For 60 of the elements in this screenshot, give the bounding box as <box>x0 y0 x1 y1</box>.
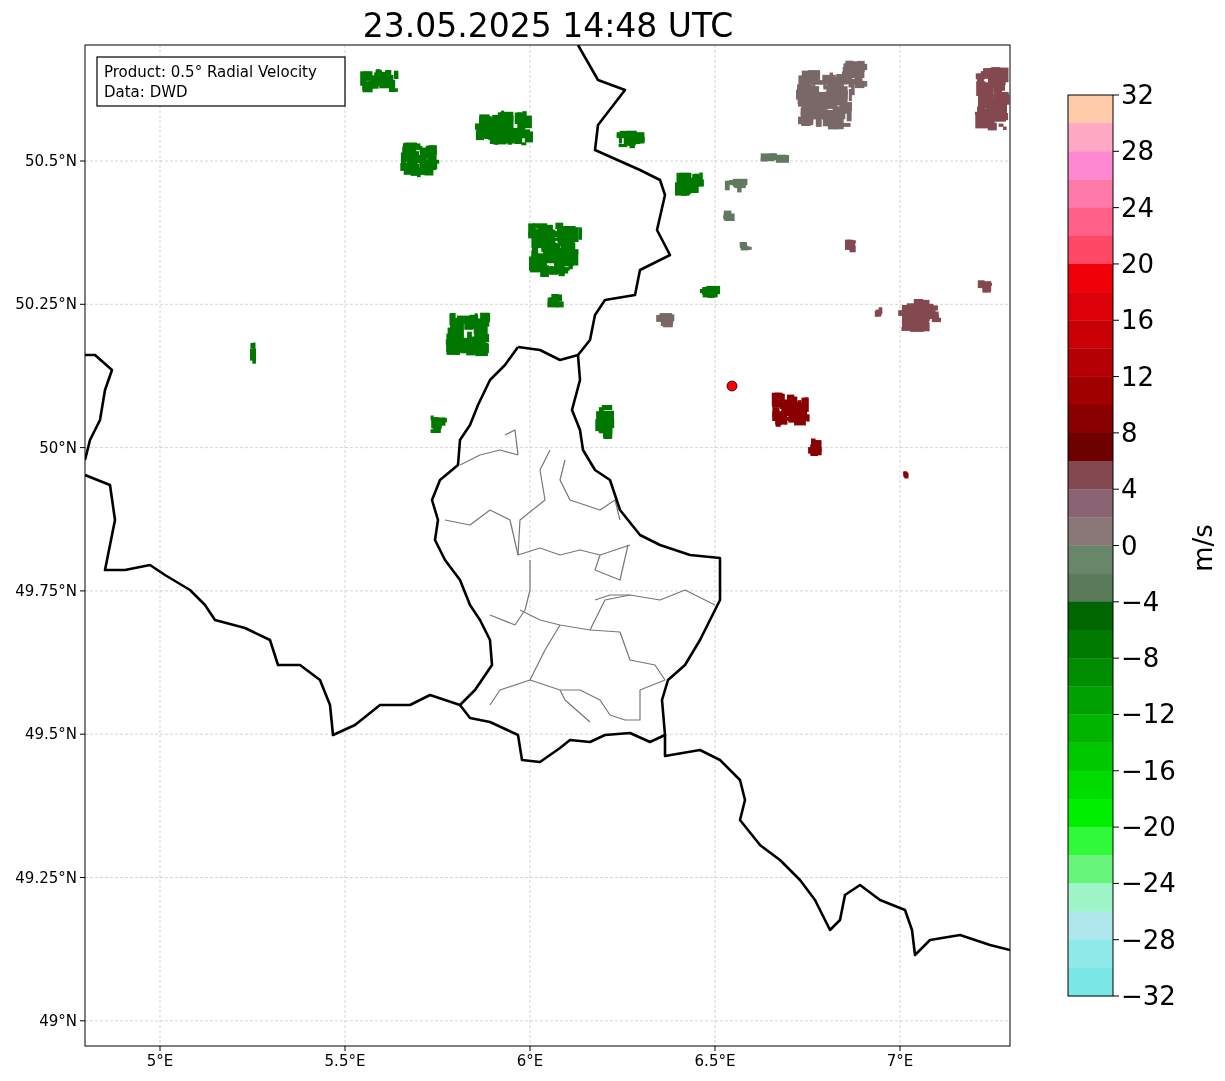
longitude-label: 5.5°E <box>324 1052 366 1070</box>
info-text: Data: DWD <box>104 83 188 101</box>
velocity-echo <box>974 67 1010 131</box>
colorbar-tick-label: 0 <box>1121 530 1138 561</box>
colorbar-tick-label: −28 <box>1121 924 1176 955</box>
colorbar-tick-label: 20 <box>1121 248 1155 279</box>
velocity-echo <box>445 312 491 357</box>
colorbar-tick-label: −4 <box>1121 586 1160 617</box>
velocity-echo <box>475 110 533 146</box>
colorbar-tick-label: 16 <box>1121 305 1155 336</box>
latitude-label: 49.75°N <box>15 581 77 600</box>
velocity-echo <box>595 405 615 439</box>
colorbar-tick-label: −12 <box>1121 699 1176 730</box>
velocity-echo <box>616 130 645 149</box>
velocity-echo <box>977 280 992 293</box>
chart-title: 23.05.2025 14:48 UTC <box>362 6 734 45</box>
colorbar-tick-label: −16 <box>1121 755 1176 786</box>
velocity-echo <box>250 342 256 364</box>
colorbar-tick-label: −20 <box>1121 812 1176 843</box>
velocity-echo <box>675 172 704 196</box>
colorbar-tick-label: 24 <box>1121 192 1155 223</box>
colorbar-tick-label: −8 <box>1121 643 1160 674</box>
velocity-echo <box>400 142 440 178</box>
colorbar-tick-label: 4 <box>1121 474 1138 505</box>
latitude-label: 50.25°N <box>15 295 77 314</box>
latitude-label: 49°N <box>39 1011 77 1030</box>
velocity-echo <box>845 239 856 253</box>
colorbar-tick-label: 8 <box>1121 417 1138 448</box>
colorbar-tick-label: −32 <box>1121 981 1176 1011</box>
velocity-echo <box>547 294 564 308</box>
velocity-echo <box>528 222 582 277</box>
latitude-label: 50.5°N <box>24 152 77 170</box>
district-border <box>559 459 621 521</box>
longitude-label: 5°E <box>146 1052 174 1070</box>
velocity-echo <box>874 307 883 317</box>
velocity-echo <box>724 178 748 193</box>
info-text: Product: 0.5° Radial Velocity <box>104 63 317 81</box>
latitude-label: 49.25°N <box>15 868 77 887</box>
colorbar-tick-label: −24 <box>1121 868 1176 899</box>
latitude-label: 49.5°N <box>24 725 77 744</box>
velocity-echo <box>760 153 790 163</box>
velocity-echo <box>699 285 721 298</box>
velocity-echo <box>430 415 447 433</box>
velocity-echo <box>739 242 752 251</box>
colorbar-tick-label: 32 <box>1121 80 1155 110</box>
longitude-label: 6.5°E <box>694 1052 736 1070</box>
radar-site-marker <box>726 380 738 392</box>
velocity-echo <box>898 299 941 332</box>
latitude-label: 50°N <box>39 438 77 457</box>
longitude-label: 7°E <box>886 1052 914 1070</box>
velocity-echo <box>903 471 909 479</box>
colorbar-unit-label: m/s <box>1188 524 1218 572</box>
colorbar-tick-label: 12 <box>1121 361 1155 392</box>
velocity-echo <box>360 69 399 93</box>
colorbar-tick-label: 28 <box>1121 136 1155 167</box>
velocity-echo <box>808 438 822 456</box>
velocity-echo <box>723 210 735 221</box>
longitude-label: 6°E <box>516 1052 544 1070</box>
velocity-echo <box>771 392 810 427</box>
velocity-echo <box>656 313 675 328</box>
